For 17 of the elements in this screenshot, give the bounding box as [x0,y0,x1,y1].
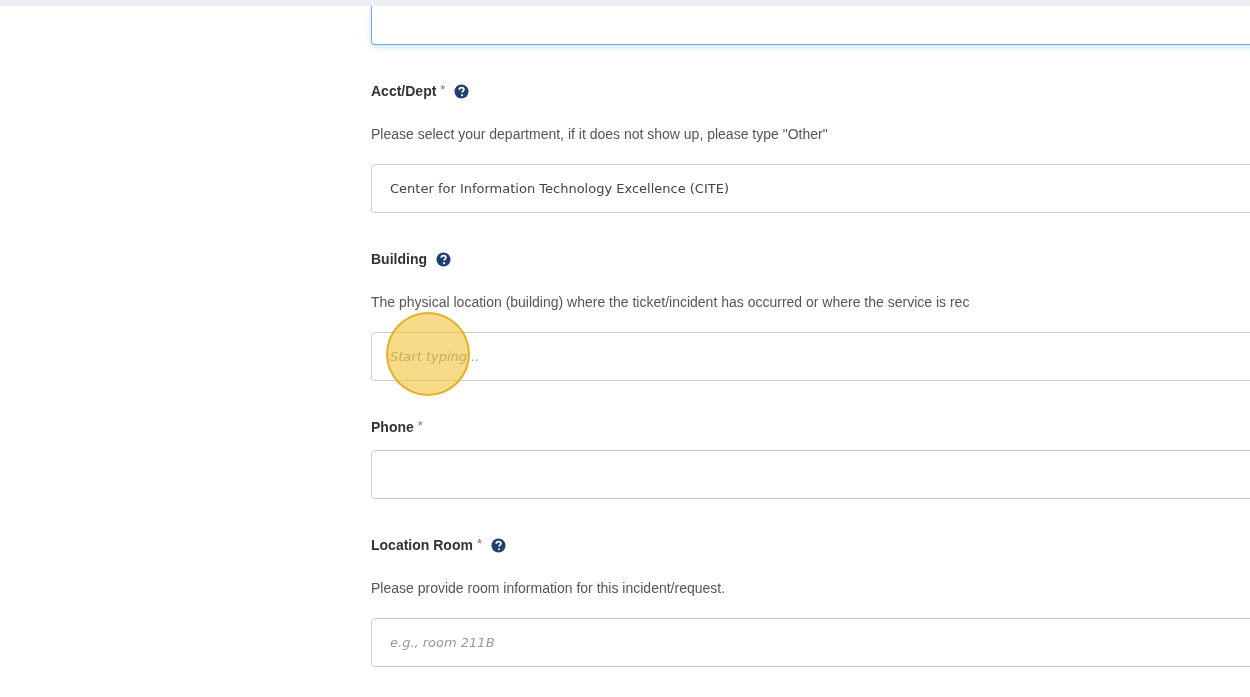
field-description: The physical location (building) where the ticket/incident has occurred or where the service is rec [371,294,970,310]
field-description: Please select your department, if it does not show up, please type "Other" [371,126,828,142]
field-label: Location Room [371,537,473,553]
required-mark: * [440,82,446,97]
field-label: Phone [371,419,414,435]
help-icon[interactable] [436,251,451,267]
text-area[interactable] [371,6,1250,45]
field-label: Acct/Dept [371,83,437,99]
input-field[interactable] [371,450,1250,499]
required-mark: * [476,536,482,551]
input-field[interactable]: Center for Information Technology Excellence (CITE) [371,164,1250,213]
input-field[interactable]: e.g., room 211B [371,618,1250,667]
field-label: Building [371,251,427,267]
required-mark: * [417,418,423,433]
field-description: Please provide room information for this incident/request. [371,580,726,596]
help-icon[interactable] [490,537,506,553]
help-icon[interactable] [454,83,470,99]
